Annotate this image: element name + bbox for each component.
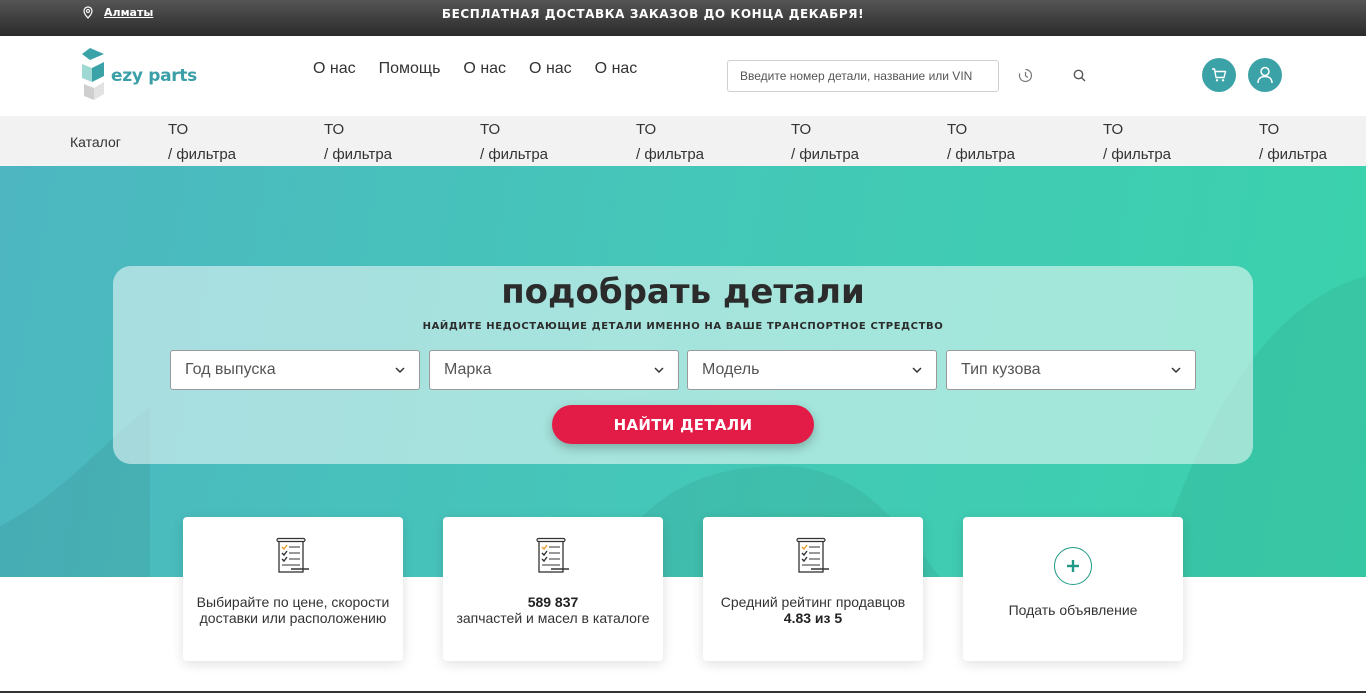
logo-text: ezy parts — [111, 66, 197, 86]
model-select[interactable]: Модель — [687, 350, 937, 390]
category-line1: ТО — [480, 121, 501, 138]
user-icon — [1257, 66, 1273, 84]
category-item[interactable]: ТО / фильтра — [1259, 117, 1327, 167]
body-type-select-value: Тип кузова — [961, 361, 1041, 378]
category-line1: ТО — [636, 121, 657, 138]
category-item[interactable]: ТО / фильтра — [791, 117, 859, 167]
cart-button[interactable] — [1202, 58, 1236, 92]
feature-text: Выбирайте по цене, скорости доставки или… — [196, 594, 390, 626]
nav-about-2[interactable]: О нас — [463, 60, 506, 78]
feature-card-rating: Средний рейтинг продавцов 4.83 из 5 — [703, 517, 923, 661]
category-line2: / фильтра — [947, 146, 1016, 163]
category-line2: / фильтра — [636, 146, 705, 163]
category-line1: ТО — [1103, 121, 1124, 138]
category-line2: / фильтра — [791, 146, 860, 163]
nav-help[interactable]: Помощь — [379, 60, 441, 78]
category-line1: ТО — [324, 121, 345, 138]
model-select-value: Модель — [702, 361, 760, 378]
chevron-down-icon — [654, 366, 664, 373]
account-button[interactable] — [1248, 58, 1282, 92]
category-item[interactable]: ТО / фильтра — [636, 117, 704, 167]
category-line2: / фильтра — [1259, 146, 1328, 163]
category-line2: / фильтра — [168, 146, 237, 163]
header: ezy parts О нас Помощь О нас О нас О нас — [0, 36, 1366, 116]
catalog-link[interactable]: Каталог — [70, 134, 121, 150]
category-item[interactable]: ТО / фильтра — [947, 117, 1015, 167]
category-line1: ТО — [168, 121, 189, 138]
feature-card-catalog: 589 837 запчастей и масел в каталоге — [443, 517, 663, 661]
nav-about-1[interactable]: О нас — [313, 60, 356, 78]
checklist-scroll-icon — [796, 537, 829, 573]
promo-bar: Алматы БЕСПЛАТНАЯ ДОСТАВКА ЗАКАЗОВ ДО КО… — [0, 0, 1366, 36]
history-icon[interactable] — [1018, 68, 1033, 83]
post-ad-label[interactable]: Подать объявление — [963, 602, 1183, 618]
feature-text-block: 589 837 запчастей и масел в каталоге — [443, 594, 663, 626]
category-line2: / фильтра — [324, 146, 393, 163]
find-parts-button[interactable]: НАЙТИ ДЕТАЛИ — [552, 405, 814, 444]
feature-card-choose: Выбирайте по цене, скорости доставки или… — [183, 517, 403, 661]
checklist-scroll-icon — [276, 537, 309, 573]
parts-count: 589 837 — [527, 594, 579, 610]
year-select[interactable]: Год выпуска — [170, 350, 420, 390]
category-item[interactable]: ТО / фильтра — [480, 117, 548, 167]
chevron-down-icon — [1171, 366, 1181, 373]
post-ad-card[interactable]: Подать объявление — [963, 517, 1183, 661]
body-type-select[interactable]: Тип кузова — [946, 350, 1196, 390]
category-item[interactable]: ТО / фильтра — [168, 117, 236, 167]
make-select-value: Марка — [444, 361, 492, 378]
main-nav: О нас Помощь О нас О нас О нас — [313, 60, 660, 78]
checklist-scroll-icon — [536, 537, 569, 573]
chevron-down-icon — [912, 366, 922, 373]
add-circle[interactable] — [1054, 547, 1092, 585]
category-line2: / фильтра — [1103, 146, 1172, 163]
finder-title: подобрать детали — [501, 272, 865, 312]
logo[interactable]: ezy parts — [82, 48, 197, 104]
chevron-down-icon — [395, 366, 405, 373]
make-select[interactable]: Марка — [429, 350, 679, 390]
category-item[interactable]: ТО / фильтра — [1103, 117, 1171, 167]
category-line1: ТО — [791, 121, 812, 138]
category-line1: ТО — [947, 121, 968, 138]
part-finder-panel: подобрать детали НАЙДИТЕ НЕДОСТАЮЩИЕ ДЕТ… — [113, 266, 1253, 464]
feature-text: Средний рейтинг продавцов — [720, 594, 906, 610]
hero-section: подобрать детали НАЙДИТЕ НЕДОСТАЮЩИЕ ДЕТ… — [0, 166, 1366, 577]
search-icon[interactable] — [1073, 69, 1086, 82]
promo-text: БЕСПЛАТНАЯ ДОСТАВКА ЗАКАЗОВ ДО КОНЦА ДЕК… — [441, 7, 865, 21]
finder-subtitle: НАЙДИТЕ НЕДОСТАЮЩИЕ ДЕТАЛИ ИМЕННО НА ВАШ… — [422, 321, 944, 332]
year-select-value: Год выпуска — [185, 361, 276, 378]
category-item[interactable]: ТО / фильтра — [324, 117, 392, 167]
feature-text: запчастей и масел в каталоге — [456, 610, 650, 626]
category-bar: Каталог ТО / фильтра ТО / фильтра ТО / филь… — [0, 116, 1366, 166]
search-input[interactable] — [727, 60, 999, 92]
nav-about-3[interactable]: О нас — [529, 60, 572, 78]
category-line2: / фильтра — [480, 146, 549, 163]
cube-logo-icon — [82, 48, 104, 100]
cart-icon — [1212, 68, 1227, 82]
plus-icon — [1067, 560, 1079, 572]
rating-value: 4.83 из 5 — [783, 610, 843, 626]
category-line1: ТО — [1259, 121, 1280, 138]
nav-about-4[interactable]: О нас — [595, 60, 638, 78]
feature-text-block: Средний рейтинг продавцов 4.83 из 5 — [703, 594, 923, 626]
